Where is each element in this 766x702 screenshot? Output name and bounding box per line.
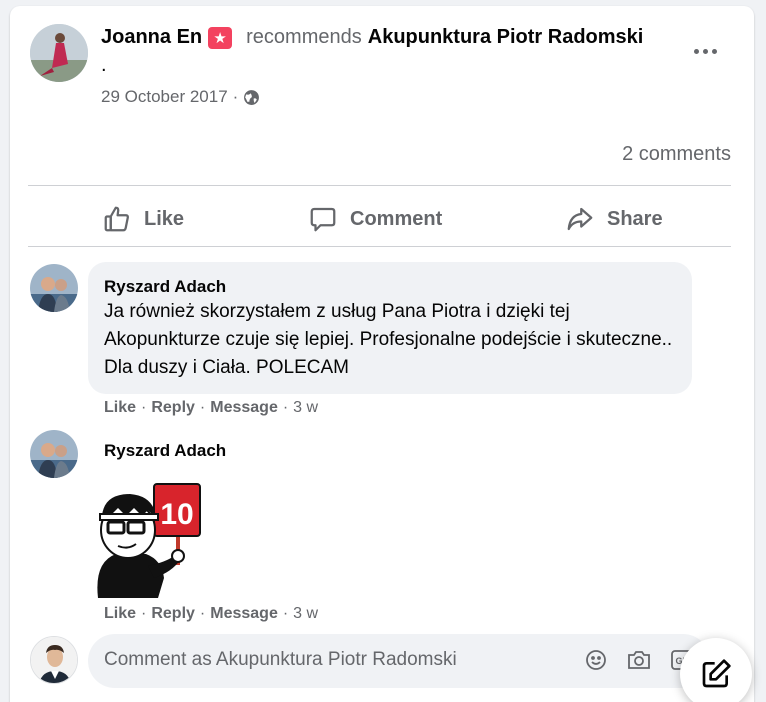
author-name[interactable]: Joanna En <box>101 26 202 49</box>
comment-message-link[interactable]: Message <box>210 399 278 417</box>
commenter-avatar[interactable] <box>30 430 78 478</box>
comment-icon <box>308 204 338 234</box>
author-avatar[interactable] <box>30 24 88 82</box>
like-label: Like <box>144 207 185 230</box>
separator: · <box>282 605 289 622</box>
comment-text: Ja również skorzystałem z usług Pana Pio… <box>104 301 673 378</box>
separator: · <box>282 399 289 416</box>
post-meta: 29 October 2017 · <box>101 87 260 107</box>
comment-actions: Like · Reply · Message · 3 w <box>104 399 318 417</box>
recommends-label: recommends <box>246 26 362 48</box>
sticker-text: 10 <box>160 498 193 531</box>
comment-count[interactable]: 2 comments <box>622 143 731 166</box>
new-message-button[interactable] <box>680 638 752 702</box>
compose-icon <box>700 658 732 690</box>
comment-reply-link[interactable]: Reply <box>151 605 195 623</box>
camera-icon[interactable] <box>626 648 652 672</box>
separator: · <box>141 605 147 622</box>
sticker-image[interactable]: 10 <box>88 480 208 598</box>
more-options-icon[interactable] <box>690 44 720 58</box>
comment-like-link[interactable]: Like <box>104 399 136 417</box>
comment-input[interactable]: Comment as Akupunktura Piotr Radomski <box>104 649 457 671</box>
comment-label: Comment <box>350 207 443 230</box>
comment-actions: Like · Reply · Message · 3 w <box>104 605 318 623</box>
comment-message-link[interactable]: Message <box>210 605 278 623</box>
divider-bottom <box>28 246 731 247</box>
comment-time[interactable]: 3 w <box>293 399 318 417</box>
comment-reply-link[interactable]: Reply <box>151 399 195 417</box>
separator: · <box>141 399 147 416</box>
post-card: Joanna En ★ recommends Akupunktura Piotr… <box>10 6 754 702</box>
post-date[interactable]: 29 October 2017 <box>101 87 228 107</box>
comment-author[interactable]: Ryszard Adach <box>104 277 226 297</box>
share-label: Share <box>607 207 663 230</box>
thumbs-up-icon <box>102 204 132 234</box>
divider-top <box>28 185 731 186</box>
commenter-avatar[interactable] <box>30 264 78 312</box>
header-trailing-dot: . <box>101 54 107 76</box>
comment-like-link[interactable]: Like <box>104 605 136 623</box>
comment-bubble: Ryszard Adach Ja również skorzystałem z … <box>88 262 692 394</box>
emoji-icon[interactable] <box>584 648 608 672</box>
comment-button[interactable]: Comment <box>308 196 442 242</box>
recommend-icon: ★ <box>208 26 233 49</box>
page-avatar[interactable] <box>30 636 78 684</box>
globe-icon <box>243 89 260 106</box>
share-button[interactable]: Share <box>565 196 663 242</box>
comment-composer[interactable]: Comment as Akupunktura Piotr Radomski GI… <box>88 634 710 688</box>
meta-separator: · <box>232 87 239 106</box>
separator: · <box>199 399 206 416</box>
share-icon <box>565 204 595 234</box>
comment-time[interactable]: 3 w <box>293 605 318 623</box>
like-button[interactable]: Like <box>102 196 184 242</box>
page-name[interactable]: Akupunktura Piotr Radomski <box>368 26 644 49</box>
post-header: Joanna En ★ recommends Akupunktura Piotr… <box>101 26 691 49</box>
separator: · <box>199 605 206 622</box>
composer-icons: GIF <box>584 648 696 672</box>
comment-author[interactable]: Ryszard Adach <box>104 441 226 461</box>
